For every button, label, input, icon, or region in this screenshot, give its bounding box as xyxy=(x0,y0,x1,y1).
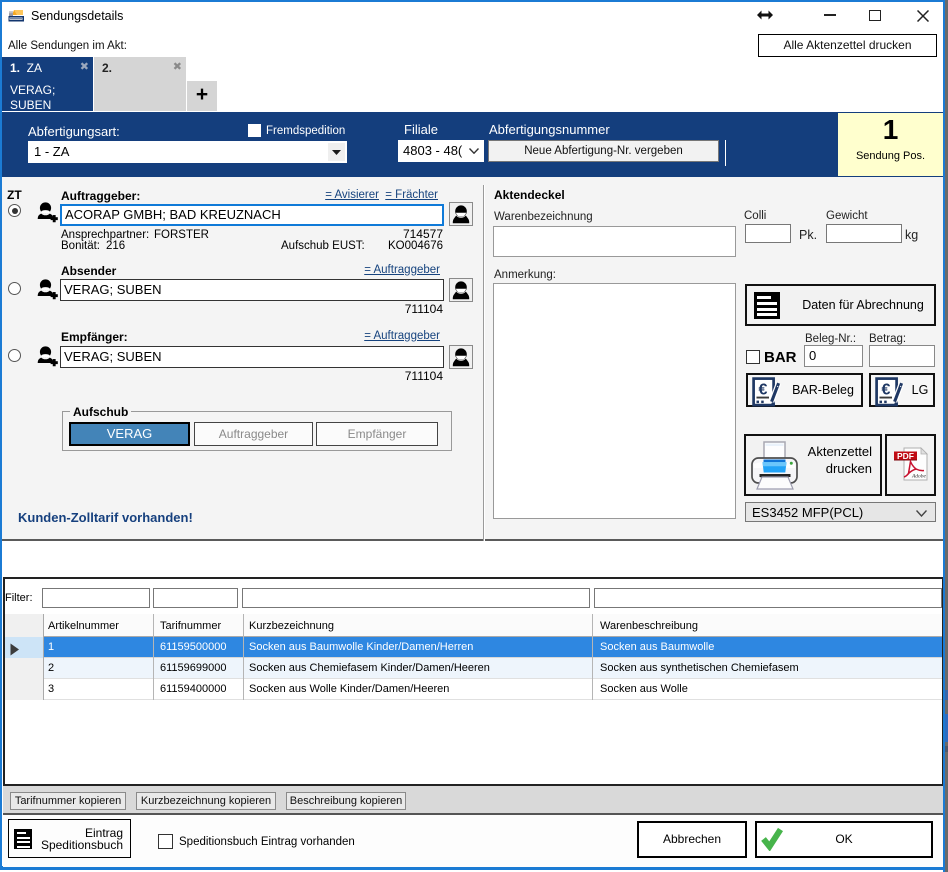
svg-text:Adobe: Adobe xyxy=(911,474,927,480)
svg-text:€: € xyxy=(759,382,768,399)
svg-text:€: € xyxy=(882,382,891,399)
svg-text:PDF: PDF xyxy=(897,451,914,461)
